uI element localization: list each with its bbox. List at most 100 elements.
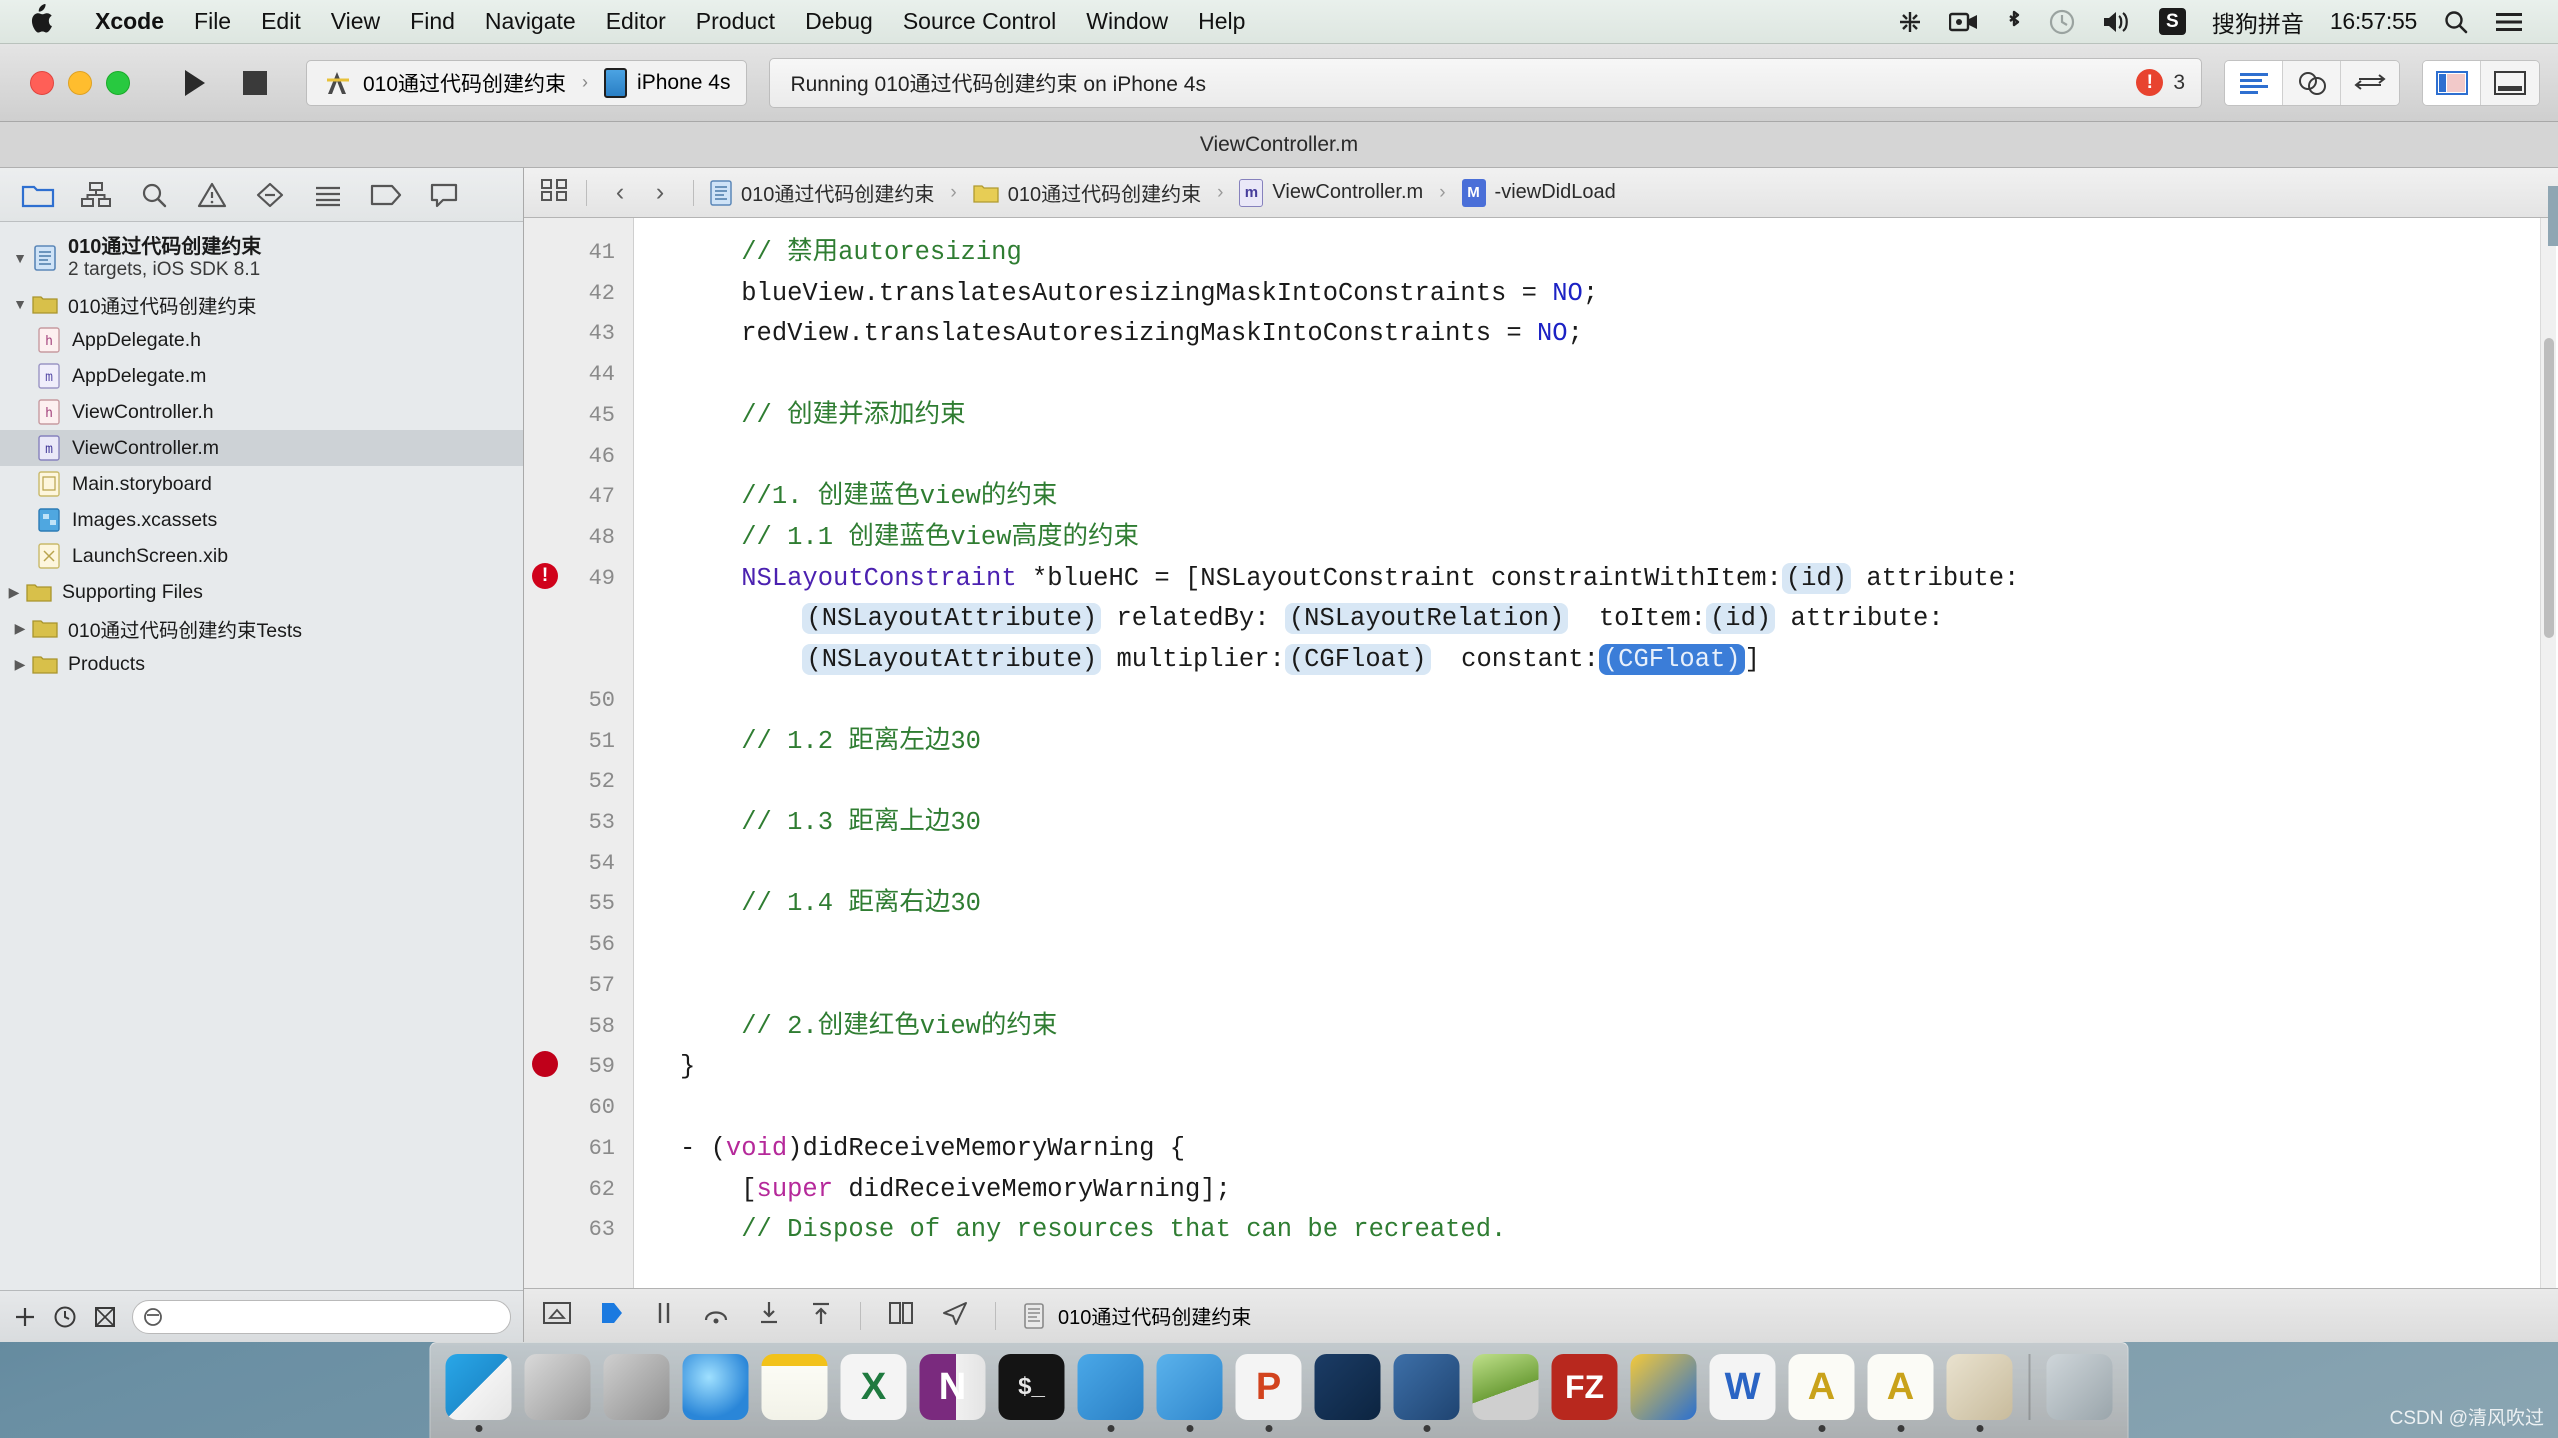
dock-item-ios-simulator[interactable] xyxy=(1152,1346,1228,1432)
zoom-window-button[interactable] xyxy=(106,71,130,95)
issue-badge[interactable]: ! 3 xyxy=(2136,69,2185,96)
debug-process-entry[interactable]: 010通过代码创建约束 xyxy=(1022,1301,1251,1330)
bluetooth-icon[interactable] xyxy=(1992,9,2036,35)
dock-item-system-preferences[interactable] xyxy=(520,1346,596,1432)
step-out-icon[interactable] xyxy=(808,1300,834,1332)
menu-item-help[interactable]: Help xyxy=(1183,8,1260,35)
step-into-icon[interactable] xyxy=(756,1300,782,1332)
menu-item-view[interactable]: View xyxy=(316,8,395,35)
disclosure-triangle-open-icon[interactable]: ▼ xyxy=(8,296,32,312)
menu-item-find[interactable]: Find xyxy=(395,8,470,35)
tree-row-main-storyboard[interactable]: Main.storyboard xyxy=(0,466,523,502)
standard-editor-button[interactable] xyxy=(2225,61,2283,105)
dock-item-font-book-2[interactable]: A xyxy=(1863,1346,1939,1432)
view-debugging-icon[interactable] xyxy=(887,1300,915,1332)
minimize-window-button[interactable] xyxy=(68,71,92,95)
disclosure-triangle-closed-icon[interactable]: ▶ xyxy=(2,584,26,601)
tree-row-viewcontroller-h[interactable]: h ViewController.h xyxy=(0,394,523,430)
menu-item-window[interactable]: Window xyxy=(1071,8,1183,35)
disclosure-triangle-closed-icon[interactable]: ▶ xyxy=(8,656,32,673)
error-marker-icon[interactable]: ! xyxy=(532,563,558,589)
menu-item-debug[interactable]: Debug xyxy=(790,8,888,35)
tree-row-appdelegate-m[interactable]: m AppDelegate.m xyxy=(0,358,523,394)
editor-vertical-scrollbar[interactable] xyxy=(2540,218,2556,1288)
dock-item-microsoft-excel[interactable]: X xyxy=(836,1346,912,1432)
menu-item-edit[interactable]: Edit xyxy=(246,8,316,35)
sogou-ime-icon[interactable]: S xyxy=(2146,8,2199,35)
clock-label[interactable]: 16:57:55 xyxy=(2317,8,2430,35)
breadcrumb-file[interactable]: m ViewController.m xyxy=(1239,179,1423,207)
tree-row-group-main[interactable]: ▼ 010通过代码创建约束 xyxy=(0,286,523,322)
pause-icon[interactable] xyxy=(652,1300,676,1332)
toggle-navigator-button[interactable] xyxy=(2423,61,2481,105)
hide-debug-area-icon[interactable] xyxy=(542,1300,572,1332)
dock-item-finder[interactable] xyxy=(441,1346,517,1432)
disclosure-triangle-closed-icon[interactable]: ▶ xyxy=(8,620,32,637)
dock-item-paintbrush[interactable] xyxy=(1626,1346,1702,1432)
report-navigator-tab[interactable] xyxy=(418,173,470,217)
source-control-filter-icon[interactable] xyxy=(92,1305,118,1329)
add-file-button[interactable] xyxy=(12,1305,38,1329)
scrollbar-thumb[interactable] xyxy=(2544,338,2554,638)
toggle-debug-area-button[interactable] xyxy=(2481,61,2539,105)
spotlight-search-icon[interactable] xyxy=(2430,9,2482,35)
dock-item-microsoft-word[interactable]: W xyxy=(1705,1346,1781,1432)
dock-item-filezilla[interactable]: FZ xyxy=(1547,1346,1623,1432)
symbol-navigator-tab[interactable] xyxy=(70,173,122,217)
step-over-icon[interactable] xyxy=(702,1300,730,1332)
breadcrumb-method[interactable]: M -viewDidLoad xyxy=(1462,179,1616,207)
test-navigator-tab[interactable] xyxy=(244,173,296,217)
dock-item-terminal[interactable]: $_ xyxy=(994,1346,1070,1432)
code-text-area[interactable]: // 禁用autoresizing blueView.translatesAut… xyxy=(634,218,2558,1288)
menu-item-source-control[interactable]: Source Control xyxy=(888,8,1071,35)
tree-row-appdelegate-h[interactable]: h AppDelegate.h xyxy=(0,322,523,358)
input-method-label[interactable]: 搜狗拼音 xyxy=(2199,5,2317,39)
navigate-back-button[interactable]: ‹ xyxy=(603,178,637,207)
menu-item-xcode[interactable]: Xcode xyxy=(80,8,179,35)
menu-item-navigate[interactable]: Navigate xyxy=(470,8,591,35)
tree-row-viewcontroller-m[interactable]: m ViewController.m xyxy=(0,430,523,466)
dock-item-microsoft-powerpoint[interactable]: P xyxy=(1231,1346,1307,1432)
stop-button[interactable] xyxy=(238,66,272,100)
airplay-icon[interactable] xyxy=(1884,9,1936,35)
notification-center-icon[interactable] xyxy=(2482,11,2536,33)
dock-item-xcode[interactable] xyxy=(1073,1346,1149,1432)
dock-item-preview[interactable] xyxy=(1942,1346,2018,1432)
debug-navigator-tab[interactable] xyxy=(302,173,354,217)
breakpoint-navigator-tab[interactable] xyxy=(360,173,412,217)
dock-item-navicat[interactable] xyxy=(1468,1346,1544,1432)
run-button[interactable] xyxy=(174,64,212,102)
scheme-selector[interactable]: 010通过代码创建约束 › iPhone 4s xyxy=(306,60,747,106)
menu-item-product[interactable]: Product xyxy=(681,8,790,35)
dock-item-trash[interactable] xyxy=(2042,1346,2118,1432)
continue-icon[interactable] xyxy=(598,1300,626,1332)
tree-row-launchscreen-xib[interactable]: LaunchScreen.xib xyxy=(0,538,523,574)
recent-files-filter-icon[interactable] xyxy=(52,1305,78,1329)
source-editor[interactable]: 414243444546474849!505152535455565758596… xyxy=(524,218,2558,1288)
navigate-forward-button[interactable]: › xyxy=(643,178,677,207)
filter-input[interactable] xyxy=(132,1300,511,1334)
find-navigator-tab[interactable] xyxy=(128,173,180,217)
tree-row-tests-group[interactable]: ▶ 010通过代码创建约束Tests xyxy=(0,610,523,646)
tree-row-project-root[interactable]: ▼ 010通过代码创建约束 2 targets, iOS SDK 8.1 xyxy=(0,230,523,286)
version-editor-button[interactable] xyxy=(2341,61,2399,105)
breadcrumb-group[interactable]: 010通过代码创建约束 xyxy=(973,178,1201,207)
apple-logo-icon[interactable] xyxy=(28,4,54,39)
tree-row-images-xcassets[interactable]: Images.xcassets xyxy=(0,502,523,538)
screen-record-icon[interactable] xyxy=(1936,11,1992,33)
line-number-gutter[interactable]: 414243444546474849!505152535455565758596… xyxy=(524,218,634,1288)
project-navigator-tab[interactable] xyxy=(12,173,64,217)
menu-item-file[interactable]: File xyxy=(179,8,246,35)
assistant-editor-button[interactable] xyxy=(2283,61,2341,105)
dock-item-notes[interactable] xyxy=(757,1346,833,1432)
close-window-button[interactable] xyxy=(30,71,54,95)
dock-item-photoshop[interactable] xyxy=(1310,1346,1386,1432)
breakpoint-marker-icon[interactable] xyxy=(532,1051,558,1077)
breadcrumb-project[interactable]: 010通过代码创建约束 xyxy=(710,178,934,207)
menu-item-editor[interactable]: Editor xyxy=(591,8,681,35)
volume-icon[interactable] xyxy=(2088,10,2146,34)
related-items-icon[interactable] xyxy=(540,177,570,209)
dock-item-microsoft-onenote[interactable]: N xyxy=(915,1346,991,1432)
dock-item-font-book-1[interactable]: A xyxy=(1784,1346,1860,1432)
dock-item-safari[interactable] xyxy=(678,1346,754,1432)
